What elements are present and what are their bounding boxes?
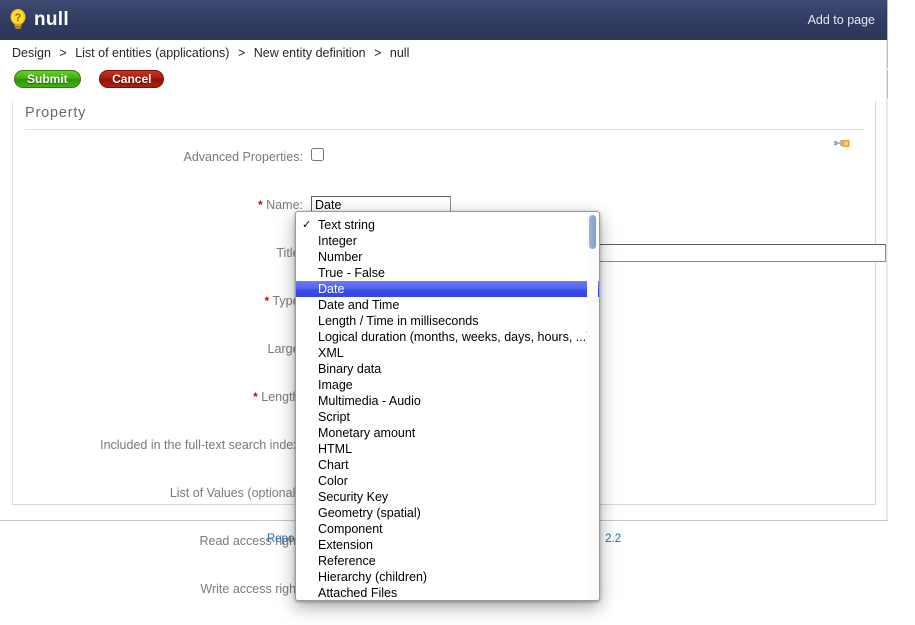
type-option-label: Date xyxy=(318,282,345,296)
type-option-label: Hierarchy (children) xyxy=(318,570,428,584)
type-option[interactable]: Date xyxy=(296,281,599,297)
lightbulb-icon: ? xyxy=(8,8,28,32)
field-label: * Name: xyxy=(13,193,303,217)
type-option[interactable]: Reference xyxy=(296,553,599,569)
type-option-label: Text string xyxy=(318,218,375,232)
type-option-label: Attached Files xyxy=(318,586,398,600)
application-window: ? null Add to page Design > List of enti… xyxy=(0,0,915,625)
type-option[interactable]: XML xyxy=(296,345,599,361)
type-option-label: Extension xyxy=(318,538,373,552)
type-option[interactable]: Component xyxy=(296,521,599,537)
type-option[interactable]: ✓ Text string xyxy=(296,217,599,233)
required-marker: * xyxy=(253,390,258,404)
panel-title: Property xyxy=(25,105,87,121)
svg-text:?: ? xyxy=(15,12,22,24)
type-option-label: Binary data xyxy=(318,362,382,376)
type-option-label: Geometry (spatial) xyxy=(318,506,421,520)
type-option-label: Number xyxy=(318,250,363,264)
type-option[interactable]: Geometry (spatial) xyxy=(296,505,599,521)
page-title: null xyxy=(34,9,69,30)
type-dropdown-popup[interactable]: ✓ Text string Integer Number True - False Dat… xyxy=(295,211,600,601)
type-option-label: Length / Time in milliseconds xyxy=(318,314,479,328)
action-bar: Submit Cancel xyxy=(0,70,888,98)
required-marker: * xyxy=(264,294,270,308)
field-label: Title: xyxy=(276,246,303,260)
advanced-properties-checkbox[interactable] xyxy=(311,148,324,161)
breadcrumb-item-list-of-entities[interactable]: List of entities (applications) xyxy=(75,46,229,60)
breadcrumb-separator: > xyxy=(237,46,246,60)
type-option[interactable]: Script xyxy=(296,409,599,425)
type-option[interactable]: Monetary amount xyxy=(296,425,599,441)
type-option[interactable]: Length / Time in milliseconds xyxy=(296,313,599,329)
dropdown-scrollbar[interactable] xyxy=(587,213,598,600)
breadcrumb: Design > List of entities (applications)… xyxy=(0,40,888,68)
type-option-label: Date and Time xyxy=(318,298,400,312)
type-option[interactable]: Color xyxy=(296,473,599,489)
type-option-label: True - False xyxy=(318,266,385,280)
dropdown-scrollbar-thumb[interactable] xyxy=(589,215,596,249)
type-option-label: Monetary amount xyxy=(318,426,416,440)
type-option[interactable]: Hierarchy (children) xyxy=(296,569,599,585)
type-option[interactable]: Integer xyxy=(296,233,599,249)
window-header: ? null Add to page xyxy=(0,0,888,40)
required-marker: * xyxy=(258,198,263,212)
field-label: * Length: xyxy=(13,385,303,409)
type-option[interactable]: Security Key xyxy=(296,489,599,505)
field-label: Large: xyxy=(267,342,303,356)
type-option-label: XML xyxy=(318,346,344,360)
type-option[interactable]: Date and Time xyxy=(296,297,599,313)
type-option-label: Script xyxy=(318,410,350,424)
type-option-label: Logical duration (months, weeks, days, h… xyxy=(318,330,591,344)
type-option[interactable]: Multimedia - Audio xyxy=(296,393,599,409)
version-link[interactable]: 2.2 xyxy=(605,533,621,545)
type-option-label: Integer xyxy=(318,234,357,248)
type-option[interactable]: True - False xyxy=(296,265,599,281)
breadcrumb-separator: > xyxy=(59,46,67,60)
type-dropdown-list: ✓ Text string Integer Number True - False Dat… xyxy=(296,212,599,600)
breadcrumb-item-design[interactable]: Design xyxy=(12,46,51,60)
type-option-label: Image xyxy=(318,378,353,392)
type-option[interactable]: Number xyxy=(296,249,599,265)
cancel-button[interactable]: Cancel xyxy=(99,70,165,88)
type-option-label: Multimedia - Audio xyxy=(318,394,421,408)
add-to-page-button[interactable]: Add to page xyxy=(808,12,875,28)
field-label: Included in the full-text search index: xyxy=(100,438,303,452)
field-label: Write access right: xyxy=(200,582,303,596)
breadcrumb-item-current: null xyxy=(389,46,410,60)
field-label-text: Name: xyxy=(266,198,303,212)
form-row-advanced-properties: Advanced Properties: xyxy=(13,145,877,169)
type-option-label: Component xyxy=(318,522,383,536)
type-option-label: HTML xyxy=(318,442,353,456)
field-label: List of Values (optional): xyxy=(169,486,303,500)
breadcrumb-item-new-entity-definition[interactable]: New entity definition xyxy=(254,46,366,60)
type-option-label: Chart xyxy=(318,458,349,472)
type-option-label: Security Key xyxy=(318,490,389,504)
field-label: * Type: xyxy=(13,289,304,313)
type-option[interactable]: Extension xyxy=(296,537,599,553)
field-control xyxy=(311,148,324,166)
field-label: Advanced Properties: xyxy=(183,150,303,164)
type-option-label: Color xyxy=(318,474,348,488)
check-icon: ✓ xyxy=(302,219,312,231)
type-option[interactable]: HTML xyxy=(296,441,599,457)
type-option[interactable]: Image xyxy=(296,377,599,393)
page-edge xyxy=(888,0,915,625)
type-option[interactable]: Binary data xyxy=(296,361,599,377)
type-option[interactable]: Attached Files xyxy=(296,585,599,600)
submit-button[interactable]: Submit xyxy=(14,70,81,88)
type-option-label: Reference xyxy=(318,554,376,568)
breadcrumb-separator: > xyxy=(374,46,382,60)
type-option[interactable]: Chart xyxy=(296,457,599,473)
type-option[interactable]: Logical duration (months, weeks, days, h… xyxy=(296,329,599,345)
